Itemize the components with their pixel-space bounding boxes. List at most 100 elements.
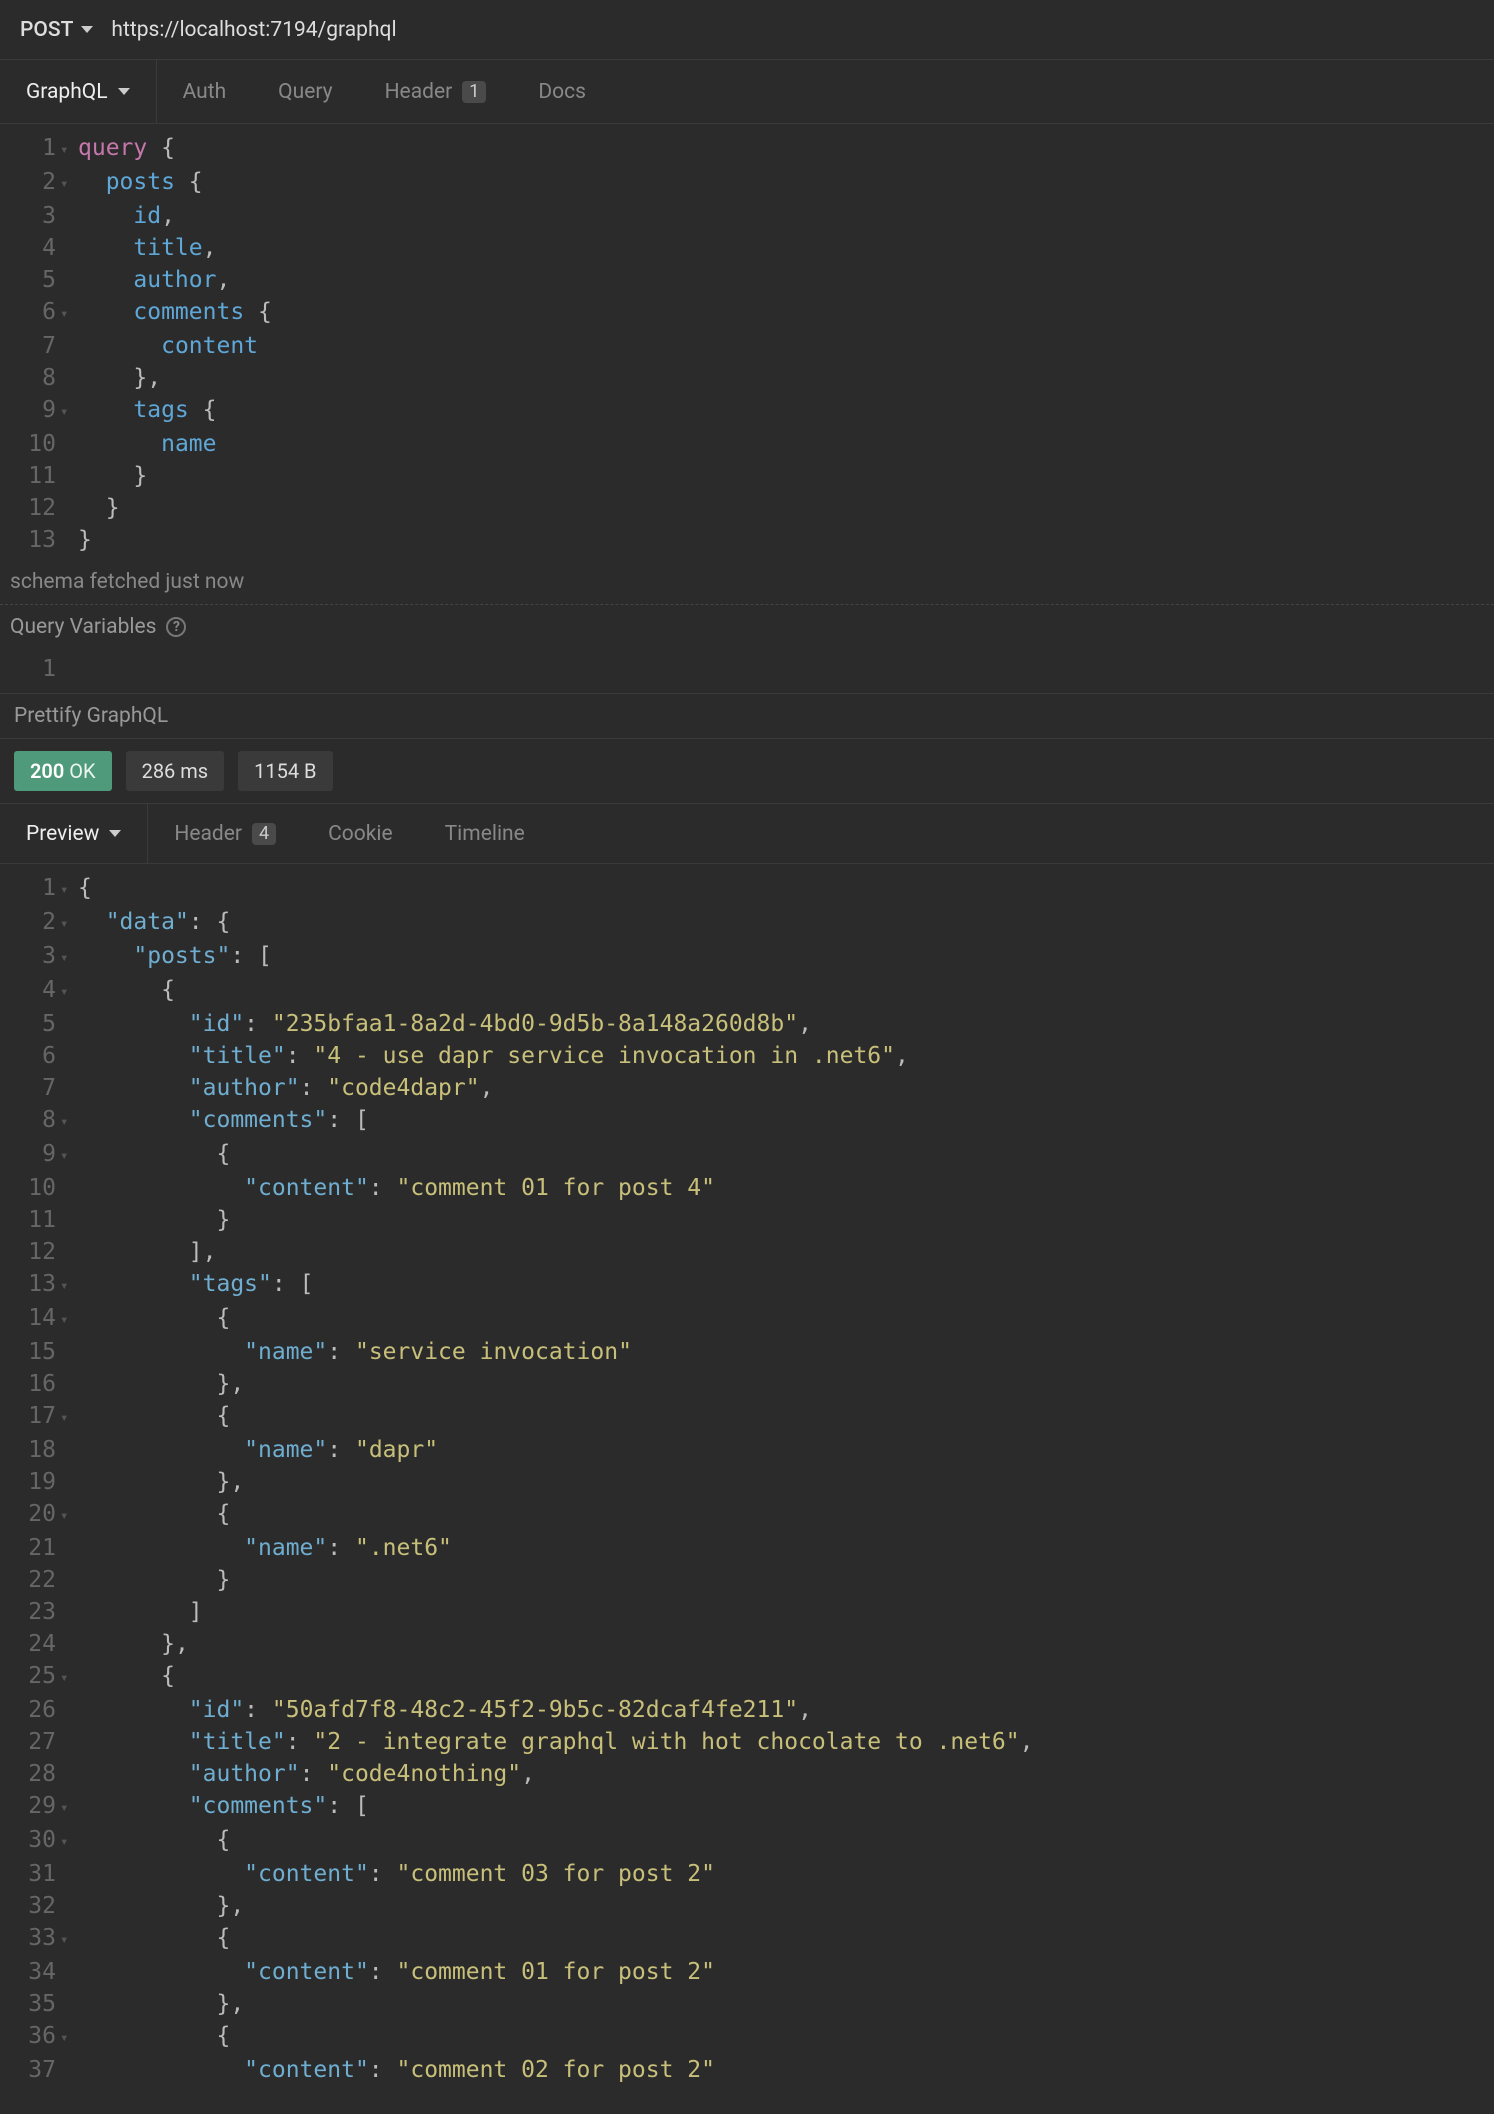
code-content: { [78, 1660, 1494, 1694]
fold-toggle-icon[interactable]: ▾ [60, 296, 78, 330]
url-input[interactable]: https://localhost:7194/graphql [111, 18, 396, 42]
code-content: "tags": [ [78, 1268, 1494, 1302]
code-content: "title": "4 - use dapr service invocatio… [78, 1040, 1494, 1072]
code-content: { [78, 1498, 1494, 1532]
code-line: 2▾ "data": { [0, 906, 1494, 940]
tab-auth[interactable]: Auth [157, 60, 253, 123]
fold-toggle-icon [60, 2054, 78, 2086]
gutter-line-number: 18 [0, 1434, 60, 1466]
code-line: 16 }, [0, 1368, 1494, 1400]
response-preview[interactable]: 1▾{2▾ "data": {3▾ "posts": [4▾ {5 "id": … [0, 864, 1494, 2094]
http-method-dropdown[interactable]: POST [20, 18, 93, 42]
fold-toggle-icon[interactable]: ▾ [60, 940, 78, 974]
fold-toggle-icon[interactable]: ▾ [60, 132, 78, 166]
tab-timeline[interactable]: Timeline [419, 804, 551, 863]
tab-preview[interactable]: Preview [0, 804, 148, 863]
prettify-graphql-button[interactable]: Prettify GraphQL [0, 693, 1494, 739]
code-content: "name": "service invocation" [78, 1336, 1494, 1368]
address-bar: POST https://localhost:7194/graphql [0, 0, 1494, 60]
code-content: }, [78, 1988, 1494, 2020]
code-line: 22 } [0, 1564, 1494, 1596]
fold-toggle-icon[interactable]: ▾ [60, 1268, 78, 1302]
gutter-line-number: 29 [0, 1790, 60, 1824]
fold-toggle-icon[interactable]: ▾ [60, 1824, 78, 1858]
gutter-line-number: 28 [0, 1758, 60, 1790]
code-content: author, [78, 264, 1494, 296]
fold-toggle-icon[interactable]: ▾ [60, 1922, 78, 1956]
code-line: 23 ] [0, 1596, 1494, 1628]
fold-toggle-icon [60, 1204, 78, 1236]
code-line: 26 "id": "50afd7f8-48c2-45f2-9b5c-82dcaf… [0, 1694, 1494, 1726]
code-content: { [78, 1400, 1494, 1434]
tab-label: Docs [538, 80, 586, 104]
fold-toggle-icon[interactable]: ▾ [60, 974, 78, 1008]
gutter-line-number: 1 [0, 653, 60, 685]
fold-toggle-icon[interactable]: ▾ [60, 1790, 78, 1824]
code-content: } [78, 1204, 1494, 1236]
code-line: 5 author, [0, 264, 1494, 296]
response-size: 1154 B [238, 751, 332, 791]
code-line: 34 "content": "comment 01 for post 2" [0, 1956, 1494, 1988]
gutter-line-number: 1 [0, 132, 60, 166]
tab-header[interactable]: Header1 [359, 60, 513, 123]
tab-label: Cookie [328, 822, 393, 846]
code-content: ], [78, 1236, 1494, 1268]
fold-toggle-icon [60, 362, 78, 394]
fold-toggle-icon [60, 1726, 78, 1758]
graphql-query-editor[interactable]: 1▾query {2▾ posts {3 id,4 title,5 author… [0, 124, 1494, 564]
gutter-line-number: 2 [0, 166, 60, 200]
code-line: 5 "id": "235bfaa1-8a2d-4bd0-9d5b-8a148a2… [0, 1008, 1494, 1040]
gutter-line-number: 5 [0, 1008, 60, 1040]
fold-toggle-icon[interactable]: ▾ [60, 394, 78, 428]
code-line: 1▾{ [0, 872, 1494, 906]
http-method-label: POST [20, 18, 73, 42]
fold-toggle-icon[interactable]: ▾ [60, 1104, 78, 1138]
code-line: 29▾ "comments": [ [0, 1790, 1494, 1824]
fold-toggle-icon[interactable]: ▾ [60, 1302, 78, 1336]
tab-label: Query [278, 80, 332, 104]
gutter-line-number: 11 [0, 1204, 60, 1236]
fold-toggle-icon [60, 428, 78, 460]
response-tabs: PreviewHeader4 Cookie Timeline [0, 804, 1494, 864]
fold-toggle-icon[interactable]: ▾ [60, 1138, 78, 1172]
code-line: 13▾ "tags": [ [0, 1268, 1494, 1302]
gutter-line-number: 12 [0, 1236, 60, 1268]
query-variables-header[interactable]: Query Variables ? [0, 605, 1494, 645]
tab-query[interactable]: Query [252, 60, 358, 123]
fold-toggle-icon[interactable]: ▾ [60, 166, 78, 200]
fold-toggle-icon[interactable]: ▾ [60, 2020, 78, 2054]
gutter-line-number: 3 [0, 940, 60, 974]
gutter-line-number: 9 [0, 1138, 60, 1172]
fold-toggle-icon[interactable]: ▾ [60, 872, 78, 906]
fold-toggle-icon[interactable]: ▾ [60, 1400, 78, 1434]
code-line: 31 "content": "comment 03 for post 2" [0, 1858, 1494, 1890]
tab-badge: 4 [252, 823, 276, 845]
code-line: 1▾query { [0, 132, 1494, 166]
gutter-line-number: 8 [0, 1104, 60, 1138]
tab-cookie[interactable]: Cookie [302, 804, 419, 863]
gutter-line-number: 4 [0, 974, 60, 1008]
code-content: "author": "code4nothing", [78, 1758, 1494, 1790]
gutter-line-number: 19 [0, 1466, 60, 1498]
fold-toggle-icon[interactable]: ▾ [60, 906, 78, 940]
fold-toggle-icon [60, 1628, 78, 1660]
tab-header[interactable]: Header4 [148, 804, 302, 863]
fold-toggle-icon[interactable]: ▾ [60, 1660, 78, 1694]
code-content: }, [78, 1368, 1494, 1400]
code-content: { [78, 872, 1494, 906]
code-content: "title": "2 - integrate graphql with hot… [78, 1726, 1494, 1758]
query-variables-editor[interactable]: 1 [0, 645, 1494, 693]
code-content: "name": "dapr" [78, 1434, 1494, 1466]
help-icon[interactable]: ? [166, 617, 186, 637]
code-line: 8 }, [0, 362, 1494, 394]
fold-toggle-icon[interactable]: ▾ [60, 1498, 78, 1532]
code-line: 12 ], [0, 1236, 1494, 1268]
tab-docs[interactable]: Docs [512, 60, 612, 123]
tab-graphql[interactable]: GraphQL [0, 60, 157, 123]
code-content: "content": "comment 01 for post 2" [78, 1956, 1494, 1988]
gutter-line-number: 35 [0, 1988, 60, 2020]
code-content: "comments": [ [78, 1104, 1494, 1138]
gutter-line-number: 17 [0, 1400, 60, 1434]
fold-toggle-icon [60, 330, 78, 362]
code-content: }, [78, 1466, 1494, 1498]
